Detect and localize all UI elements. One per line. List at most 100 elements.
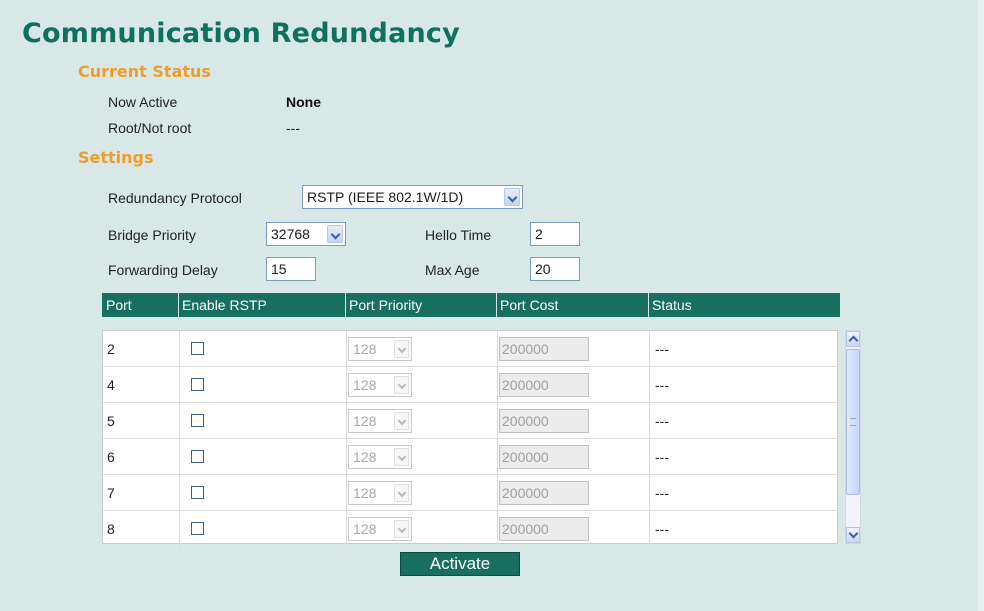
page-title: Communication Redundancy [22,18,460,49]
table-scrollbar[interactable] [845,330,861,544]
port-priority-value: 128 [353,449,377,465]
port-priority-value: 128 [353,521,377,537]
header-divider [345,293,346,317]
port-cost-input: 200000 [499,445,589,469]
forwarding-delay-input[interactable]: 15 [266,257,316,281]
cell-divider [649,439,650,474]
cell-divider [497,439,498,474]
bridge-priority-label: Bridge Priority [108,227,196,243]
port-status: --- [655,341,669,357]
cell-divider [497,367,498,402]
scroll-down-icon[interactable] [846,527,860,543]
cell-divider [346,439,347,474]
port-status: --- [655,521,669,537]
header-port-priority: Port Priority [349,297,423,313]
cell-divider [649,331,650,366]
header-divider [496,293,497,317]
bridge-priority-select[interactable]: 32768 [266,222,346,246]
chevron-down-icon [394,376,409,394]
chevron-down-icon [394,484,409,502]
chevron-down-icon [394,520,409,538]
cell-divider [346,367,347,402]
scroll-thumb[interactable] [846,349,860,495]
enable-rstp-checkbox[interactable] [191,342,204,355]
enable-rstp-checkbox[interactable] [191,522,204,535]
port-table-header: Port Enable RSTP Port Priority Port Cost… [102,293,840,317]
chevron-down-icon[interactable] [504,188,520,206]
max-age-label: Max Age [425,262,480,278]
port-status: --- [655,449,669,465]
table-row: 2 128 200000 --- [103,331,839,367]
scroll-up-icon[interactable] [846,331,860,347]
port-number: 8 [107,521,115,537]
protocol-select[interactable]: RSTP (IEEE 802.1W/1D) [302,185,523,209]
now-active-value: None [286,94,321,110]
cell-divider [179,511,180,547]
cell-divider [497,511,498,547]
cell-divider [346,511,347,547]
page-frame: Communication Redundancy Current Status … [0,0,984,611]
enable-rstp-checkbox[interactable] [191,378,204,391]
hello-time-label: Hello Time [425,227,492,243]
cell-divider [497,475,498,510]
port-number: 2 [107,341,115,357]
port-number: 4 [107,377,115,393]
port-cost-input: 200000 [499,409,589,433]
settings-heading: Settings [78,148,154,167]
header-enable-rstp: Enable RSTP [182,297,267,313]
port-priority-select: 128 [348,445,412,469]
hello-time-input[interactable]: 2 [530,222,580,246]
table-row: 4 128 200000 --- [103,367,839,403]
port-table-body: 2 128 200000 --- 4 128 200000 --- 5 128 … [102,330,839,547]
cell-divider [346,403,347,438]
cell-divider [649,367,650,402]
root-label: Root/Not root [108,120,192,136]
header-status: Status [652,297,692,313]
cell-divider [179,439,180,474]
table-row: 7 128 200000 --- [103,475,839,511]
now-active-label: Now Active [108,94,178,110]
header-divider [178,293,179,317]
enable-rstp-checkbox[interactable] [191,450,204,463]
header-divider [648,293,649,317]
port-status: --- [655,485,669,501]
port-priority-select: 128 [348,481,412,505]
chevron-down-icon [394,412,409,430]
port-cost-input: 200000 [499,517,589,541]
table-row: 8 128 200000 --- [103,511,839,547]
port-priority-value: 128 [353,377,377,393]
current-status-heading: Current Status [78,62,211,81]
root-value: --- [286,120,300,136]
port-cost-input: 200000 [499,337,589,361]
protocol-label: Redundancy Protocol [108,190,242,206]
port-priority-select: 128 [348,373,412,397]
table-row: 5 128 200000 --- [103,403,839,439]
cell-divider [179,403,180,438]
port-cost-input: 200000 [499,481,589,505]
port-status: --- [655,377,669,393]
bridge-priority-value: 32768 [271,226,310,242]
cell-divider [497,403,498,438]
port-priority-select: 128 [348,517,412,541]
cell-divider [649,511,650,547]
port-priority-select: 128 [348,409,412,433]
port-number: 5 [107,413,115,429]
enable-rstp-checkbox[interactable] [191,486,204,499]
header-port-cost: Port Cost [500,297,559,313]
cell-divider [179,331,180,366]
activate-button[interactable]: Activate [400,552,520,576]
protocol-select-value: RSTP (IEEE 802.1W/1D) [307,189,464,205]
page-edge [978,0,984,611]
table-row: 6 128 200000 --- [103,439,839,475]
forwarding-delay-label: Forwarding Delay [108,262,218,278]
chevron-down-icon [394,448,409,466]
header-port: Port [106,297,132,313]
max-age-input[interactable]: 20 [530,257,580,281]
enable-rstp-checkbox[interactable] [191,414,204,427]
cell-divider [346,475,347,510]
cell-divider [179,475,180,510]
cell-divider [179,367,180,402]
chevron-down-icon[interactable] [327,225,343,243]
port-number: 6 [107,449,115,465]
port-priority-select: 128 [348,337,412,361]
